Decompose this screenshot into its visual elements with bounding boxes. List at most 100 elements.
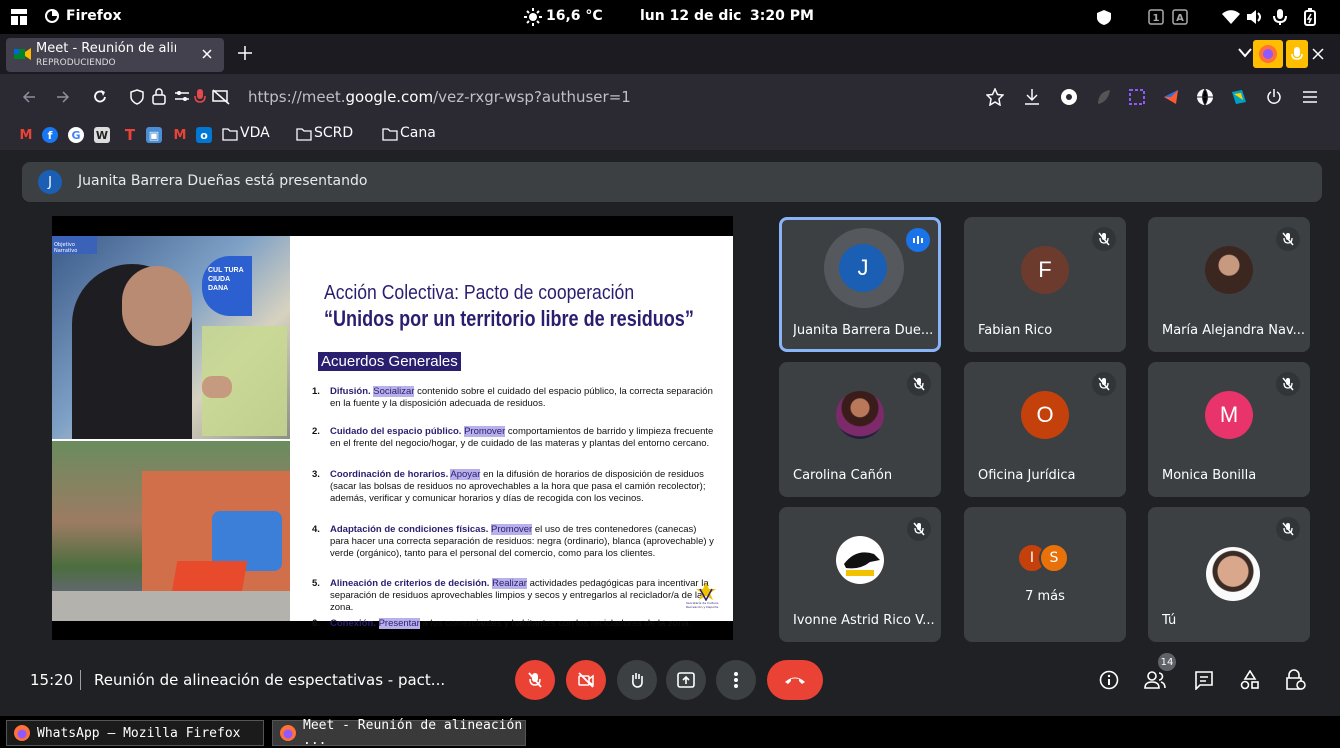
forward-arrow-icon[interactable] <box>56 90 70 104</box>
meeting-details-button[interactable] <box>1097 668 1121 692</box>
participant-tile-monica[interactable]: M Monica Bonilla <box>1148 362 1310 497</box>
participant-tile-carolina[interactable]: Carolina Cañón <box>779 362 941 497</box>
permissions-icon[interactable] <box>174 89 190 103</box>
raise-hand-button[interactable] <box>617 660 657 700</box>
slide-badge: Objetivo Narrativo <box>52 236 97 254</box>
outlook-bookmark-icon[interactable]: o <box>196 127 212 143</box>
back-arrow-icon[interactable] <box>22 90 36 104</box>
tracking-shield-icon[interactable] <box>130 89 144 105</box>
participant-name: Carolina Cañón <box>793 468 893 483</box>
bookmarks-toolbar: M f G W T ▣ M o VDA SCRD Cana <box>0 120 1340 150</box>
extension-globe-icon[interactable] <box>1196 88 1214 106</box>
google-bookmark-icon[interactable]: G <box>68 127 84 143</box>
app-menu-label[interactable]: Firefox <box>66 8 122 24</box>
wifi-icon[interactable] <box>1222 9 1240 25</box>
extension-dashed-box-icon[interactable] <box>1128 88 1146 106</box>
bookmark-folder-vda[interactable]: VDA <box>240 125 270 141</box>
more-options-button[interactable] <box>716 660 756 700</box>
padlock-icon[interactable] <box>152 88 166 105</box>
host-controls-button[interactable] <box>1284 668 1308 692</box>
weather-temp[interactable]: 16,6 °C <box>546 8 603 24</box>
mic-toggle-button[interactable] <box>515 660 555 700</box>
bookmark-star-icon[interactable] <box>986 88 1004 106</box>
system-top-bar: Firefox 16,6 °C lun 12 de dic 3:20 PM 1 … <box>0 0 1340 34</box>
slide-title-line2: “Unidos por un territorio libre de resid… <box>324 306 694 331</box>
bookmark-folder-cana[interactable]: Cana <box>400 125 436 141</box>
microphone-icon[interactable] <box>1272 8 1288 26</box>
slide-photo-street <box>52 441 290 621</box>
gmail-bookmark-icon[interactable]: M <box>18 127 34 143</box>
participant-tile-fabian[interactable]: F Fabian Rico <box>964 217 1126 352</box>
gmail-2-bookmark-icon[interactable]: M <box>172 127 188 143</box>
participant-tile-maria[interactable]: María Alejandra Nav... <box>1148 217 1310 352</box>
avatar: J <box>839 244 887 292</box>
info-icon <box>1099 670 1119 690</box>
wordpress-bookmark-icon[interactable]: W <box>94 127 110 143</box>
firefox-view-icon[interactable] <box>1253 40 1283 68</box>
participant-tile-juanita[interactable]: J Juanita Barrera Due... <box>779 217 941 352</box>
activities-icon[interactable] <box>10 8 28 26</box>
logo-text: Secretaría de Cultura, Recreación y Depo… <box>686 601 719 609</box>
reload-icon[interactable] <box>92 89 108 105</box>
avatar: O <box>1021 391 1069 439</box>
microphone-permission-icon[interactable] <box>194 88 206 106</box>
downloads-icon[interactable] <box>1024 88 1040 106</box>
shield-icon[interactable] <box>1097 10 1111 25</box>
clock-time[interactable]: 3:20 PM <box>750 8 814 24</box>
chat-button[interactable] <box>1192 668 1216 692</box>
workspace-1-icon[interactable]: 1 <box>1148 9 1164 25</box>
clock-date[interactable]: lun 12 de dic <box>640 8 741 24</box>
bookmark-folder-scrd[interactable]: SCRD <box>314 125 353 141</box>
item-verb: Presentar <box>378 618 420 629</box>
facebook-bookmark-icon[interactable]: f <box>42 127 58 143</box>
extension-leaf-icon[interactable] <box>1094 88 1112 106</box>
new-tab-icon[interactable] <box>238 46 252 60</box>
leave-call-button[interactable] <box>767 660 823 700</box>
meeting-title[interactable]: Reunión de alineación de espectativas - … <box>94 671 445 689</box>
url-bar[interactable]: https://meet.google.com/vez-rxgr-wsp?aut… <box>248 88 631 106</box>
activities-button[interactable] <box>1238 668 1262 692</box>
power-icon[interactable] <box>1266 88 1282 106</box>
hang-up-icon <box>784 675 806 685</box>
taskbar-item-label: Meet - Reunión de alineación ... <box>303 718 523 748</box>
screen-share-icon[interactable] <box>212 89 230 105</box>
tumblr-bookmark-icon[interactable]: T <box>122 126 138 144</box>
camera-toggle-button[interactable] <box>566 660 606 700</box>
battery-icon[interactable] <box>1302 8 1318 26</box>
image-bookmark-icon[interactable]: ▣ <box>146 127 162 143</box>
item-verb: Promover <box>491 524 533 535</box>
item-text: a los comerciantes y habitantes con los … <box>419 618 692 629</box>
taskbar-item-whatsapp[interactable]: WhatsApp — Mozilla Firefox <box>6 720 264 746</box>
item-number: 2. <box>312 426 320 437</box>
item-heading: Cuidado del espacio público. <box>330 426 462 437</box>
item-heading: Conexión. <box>330 618 376 629</box>
presenting-banner: J Juanita Barrera Dueñas está presentand… <box>22 162 1322 202</box>
taskbar-item-meet[interactable]: Meet - Reunión de alineación ... <box>272 718 526 748</box>
window-close-icon[interactable] <box>1312 48 1324 60</box>
system-taskbar: WhatsApp — Mozilla Firefox Meet - Reunió… <box>0 716 1340 748</box>
shapes-icon <box>1240 670 1260 690</box>
hamburger-menu-icon[interactable] <box>1302 90 1318 104</box>
volume-icon[interactable] <box>1246 9 1264 25</box>
tab-list-chevron-icon[interactable] <box>1238 48 1252 58</box>
slide-agreement-item: 6. Conexión. Presentar a los comerciantes… <box>312 618 718 630</box>
participant-tile-self[interactable]: Tú <box>1148 507 1310 642</box>
people-button[interactable] <box>1143 668 1167 692</box>
folder-icon <box>296 127 312 141</box>
keyboard-layout-icon[interactable]: A <box>1172 9 1188 25</box>
mic-off-icon <box>1276 227 1300 251</box>
slide-sign-text: CUL TURA CIUDA DANA <box>202 256 252 316</box>
extension-paint-icon[interactable] <box>1230 88 1248 106</box>
participant-tile-ivonne[interactable]: Ivonne Astrid Rico V... <box>779 507 941 642</box>
present-screen-button[interactable] <box>666 660 706 700</box>
sidewalk <box>52 591 290 621</box>
meet-window: J Juanita Barrera Dueñas está presentand… <box>0 150 1340 716</box>
extension-flag-icon[interactable] <box>1162 88 1180 106</box>
browser-tab-meet[interactable]: Meet - Reunión de alineac REPRODUCIENDO <box>6 38 224 72</box>
sharing-microphone-icon[interactable] <box>1286 40 1308 68</box>
tab-close-icon[interactable] <box>201 48 213 60</box>
participant-tile-oficina[interactable]: O Oficina Jurídica <box>964 362 1126 497</box>
participant-tile-more[interactable]: I S 7 más <box>964 507 1126 642</box>
extension-grammar-icon[interactable] <box>1060 88 1078 106</box>
folder-icon <box>382 127 398 141</box>
